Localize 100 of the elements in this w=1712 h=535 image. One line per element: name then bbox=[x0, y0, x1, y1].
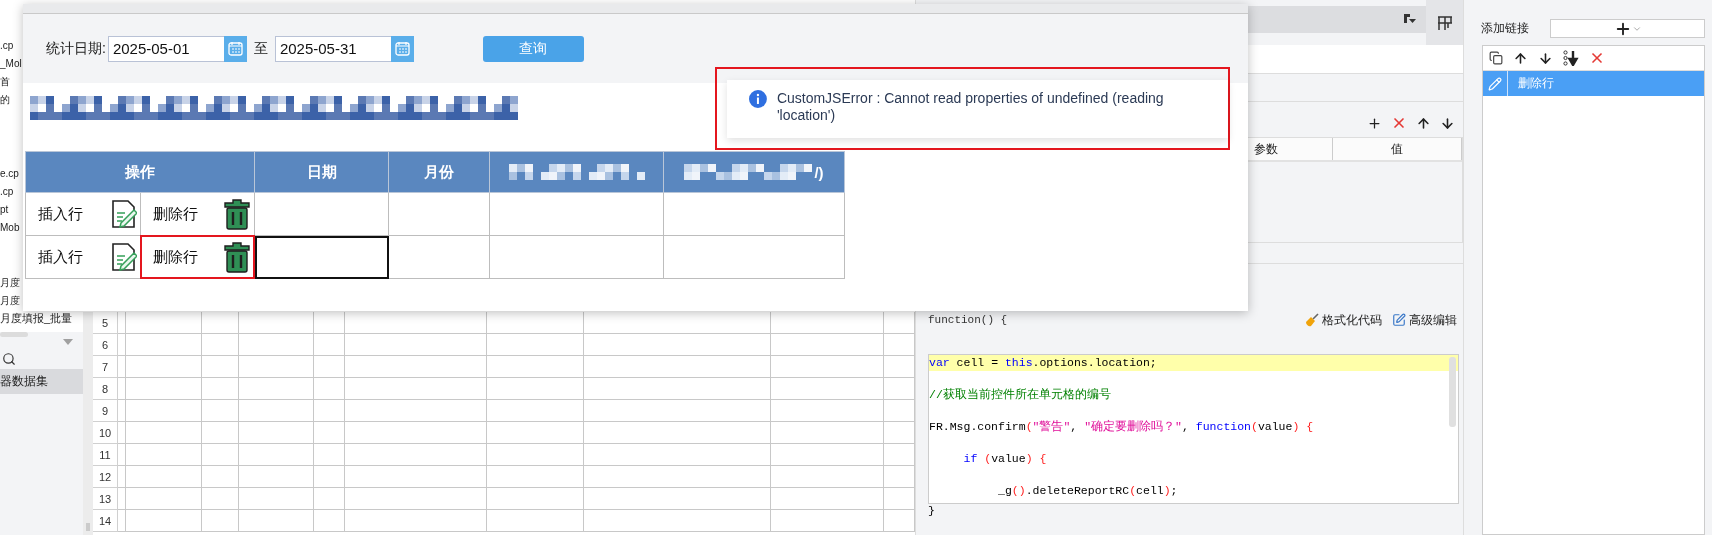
sheet-cell[interactable] bbox=[239, 488, 314, 510]
file-item[interactable]: Mob bbox=[0, 219, 20, 237]
sheet-cell[interactable] bbox=[584, 356, 771, 378]
delete-row-link[interactable]: 删除行 bbox=[153, 204, 198, 224]
sheet-cell[interactable] bbox=[202, 444, 239, 466]
file-item[interactable]: 的 bbox=[0, 91, 10, 109]
sheet-cell[interactable] bbox=[771, 466, 884, 488]
sheet-cell[interactable] bbox=[584, 510, 771, 532]
row-number[interactable]: 6 bbox=[93, 334, 118, 356]
advanced-edit-button[interactable]: 高级编辑 bbox=[1390, 311, 1459, 329]
row-number[interactable]: 5 bbox=[93, 312, 118, 334]
splitter[interactable] bbox=[83, 312, 93, 535]
sheet-cell[interactable] bbox=[118, 466, 126, 488]
row-number[interactable]: 12 bbox=[93, 466, 118, 488]
sheet-cell[interactable] bbox=[239, 444, 314, 466]
file-item[interactable]: .cp bbox=[0, 37, 14, 55]
sheet-cell[interactable] bbox=[771, 334, 884, 356]
file-item[interactable]: e.cp bbox=[0, 165, 19, 183]
table-cell[interactable] bbox=[489, 192, 664, 236]
table-cell[interactable] bbox=[388, 235, 490, 279]
sheet-cell[interactable] bbox=[239, 378, 314, 400]
splitter-grip-icon[interactable] bbox=[86, 523, 90, 531]
move-up-icon[interactable] bbox=[1416, 115, 1431, 131]
file-item[interactable]: 月度 bbox=[0, 274, 20, 292]
row-number[interactable]: 10 bbox=[93, 422, 118, 444]
sheet-cell[interactable] bbox=[487, 400, 584, 422]
delete-icon[interactable] bbox=[1589, 50, 1605, 66]
sheet-cell[interactable] bbox=[202, 400, 239, 422]
sheet-cell[interactable] bbox=[584, 422, 771, 444]
sheet-cell[interactable] bbox=[126, 312, 202, 334]
sheet-cell[interactable] bbox=[771, 378, 884, 400]
dataset-item[interactable]: 器数据集 bbox=[0, 369, 83, 394]
sheet-cell[interactable] bbox=[345, 356, 487, 378]
sheet-cell[interactable] bbox=[487, 510, 584, 532]
layout-grid-icon[interactable] bbox=[1436, 14, 1453, 31]
insert-row-link[interactable]: 插入行 bbox=[38, 204, 83, 224]
sheet-cell[interactable] bbox=[487, 356, 584, 378]
sheet-cell[interactable] bbox=[118, 510, 126, 532]
add-link-dropdown[interactable] bbox=[1550, 19, 1705, 38]
sheet-cell[interactable] bbox=[345, 400, 487, 422]
code-editor[interactable]: var cell = this.options.location; //获取当前控件所在单元格的编号 FR.Msg.confirm("警告", "确定要删除吗？", function(value) { if (value) { _g().deleteReportRC(cell); bbox=[928, 354, 1459, 504]
sheet-cell[interactable] bbox=[126, 466, 202, 488]
sheet-cell[interactable] bbox=[584, 334, 771, 356]
sheet-cell[interactable] bbox=[126, 378, 202, 400]
sheet-cell[interactable] bbox=[584, 378, 771, 400]
file-item[interactable]: 月度 bbox=[0, 292, 20, 310]
date-cell[interactable] bbox=[254, 192, 389, 236]
sheet-cell[interactable] bbox=[487, 378, 584, 400]
delete-icon[interactable] bbox=[1391, 115, 1407, 131]
sheet-cell[interactable] bbox=[487, 422, 584, 444]
sheet-cell[interactable] bbox=[118, 356, 126, 378]
file-item[interactable]: 月度填报_批量 bbox=[0, 310, 73, 326]
calendar-button[interactable] bbox=[390, 35, 414, 62]
format-code-button[interactable]: 格式化代码 bbox=[1303, 311, 1384, 329]
sheet-cell[interactable] bbox=[771, 510, 884, 532]
sheet-cell[interactable] bbox=[345, 466, 487, 488]
sheet-cell[interactable] bbox=[239, 356, 314, 378]
sheet-cell[interactable] bbox=[345, 312, 487, 334]
sheet-cell[interactable] bbox=[118, 422, 126, 444]
file-item[interactable]: 首 bbox=[0, 73, 10, 91]
caret-icon[interactable] bbox=[63, 339, 73, 345]
sheet-cell[interactable] bbox=[771, 422, 884, 444]
sheet-cell[interactable] bbox=[118, 334, 126, 356]
sheet-cell[interactable] bbox=[314, 312, 345, 334]
sheet-cell[interactable] bbox=[239, 510, 314, 532]
sheet-cell[interactable] bbox=[314, 378, 345, 400]
sheet-cell[interactable] bbox=[202, 334, 239, 356]
row-number[interactable]: 7 bbox=[93, 356, 118, 378]
sheet-cell[interactable] bbox=[345, 510, 487, 532]
sheet-cell[interactable] bbox=[118, 400, 126, 422]
move-down-icon[interactable] bbox=[1440, 115, 1455, 131]
sheet-cell[interactable] bbox=[126, 400, 202, 422]
sheet-cell[interactable] bbox=[314, 488, 345, 510]
sheet-cell[interactable] bbox=[345, 488, 487, 510]
sheet-cell[interactable] bbox=[118, 378, 126, 400]
search-icon[interactable] bbox=[2, 352, 16, 366]
sheet-cell[interactable] bbox=[314, 356, 345, 378]
sheet-cell[interactable] bbox=[314, 466, 345, 488]
sheet-cell[interactable] bbox=[126, 334, 202, 356]
sheet-cell[interactable] bbox=[771, 444, 884, 466]
sheet-cell[interactable] bbox=[202, 422, 239, 444]
sheet-cell[interactable] bbox=[126, 488, 202, 510]
start-date-field[interactable]: 2025-05-01 bbox=[107, 35, 224, 62]
file-item[interactable]: .cp bbox=[0, 183, 14, 201]
sheet-cell[interactable] bbox=[118, 444, 126, 466]
date-cell[interactable] bbox=[254, 235, 389, 279]
end-date-field[interactable]: 2025-05-31 bbox=[274, 35, 391, 62]
file-item[interactable]: _Mol bbox=[0, 55, 22, 73]
sheet-cell[interactable] bbox=[239, 312, 314, 334]
delete-row-cell[interactable]: 删除行 bbox=[141, 193, 254, 235]
sheet-cell[interactable] bbox=[487, 466, 584, 488]
sheet-cell[interactable] bbox=[487, 312, 584, 334]
scrollbar[interactable] bbox=[0, 332, 28, 337]
sheet-cell[interactable] bbox=[345, 378, 487, 400]
sheet-cell[interactable] bbox=[202, 488, 239, 510]
calendar-button[interactable] bbox=[223, 35, 247, 62]
add-icon[interactable] bbox=[1367, 115, 1382, 131]
move-up-icon[interactable] bbox=[1513, 50, 1528, 66]
file-item[interactable]: pt bbox=[0, 201, 9, 219]
sheet-cell[interactable] bbox=[771, 400, 884, 422]
